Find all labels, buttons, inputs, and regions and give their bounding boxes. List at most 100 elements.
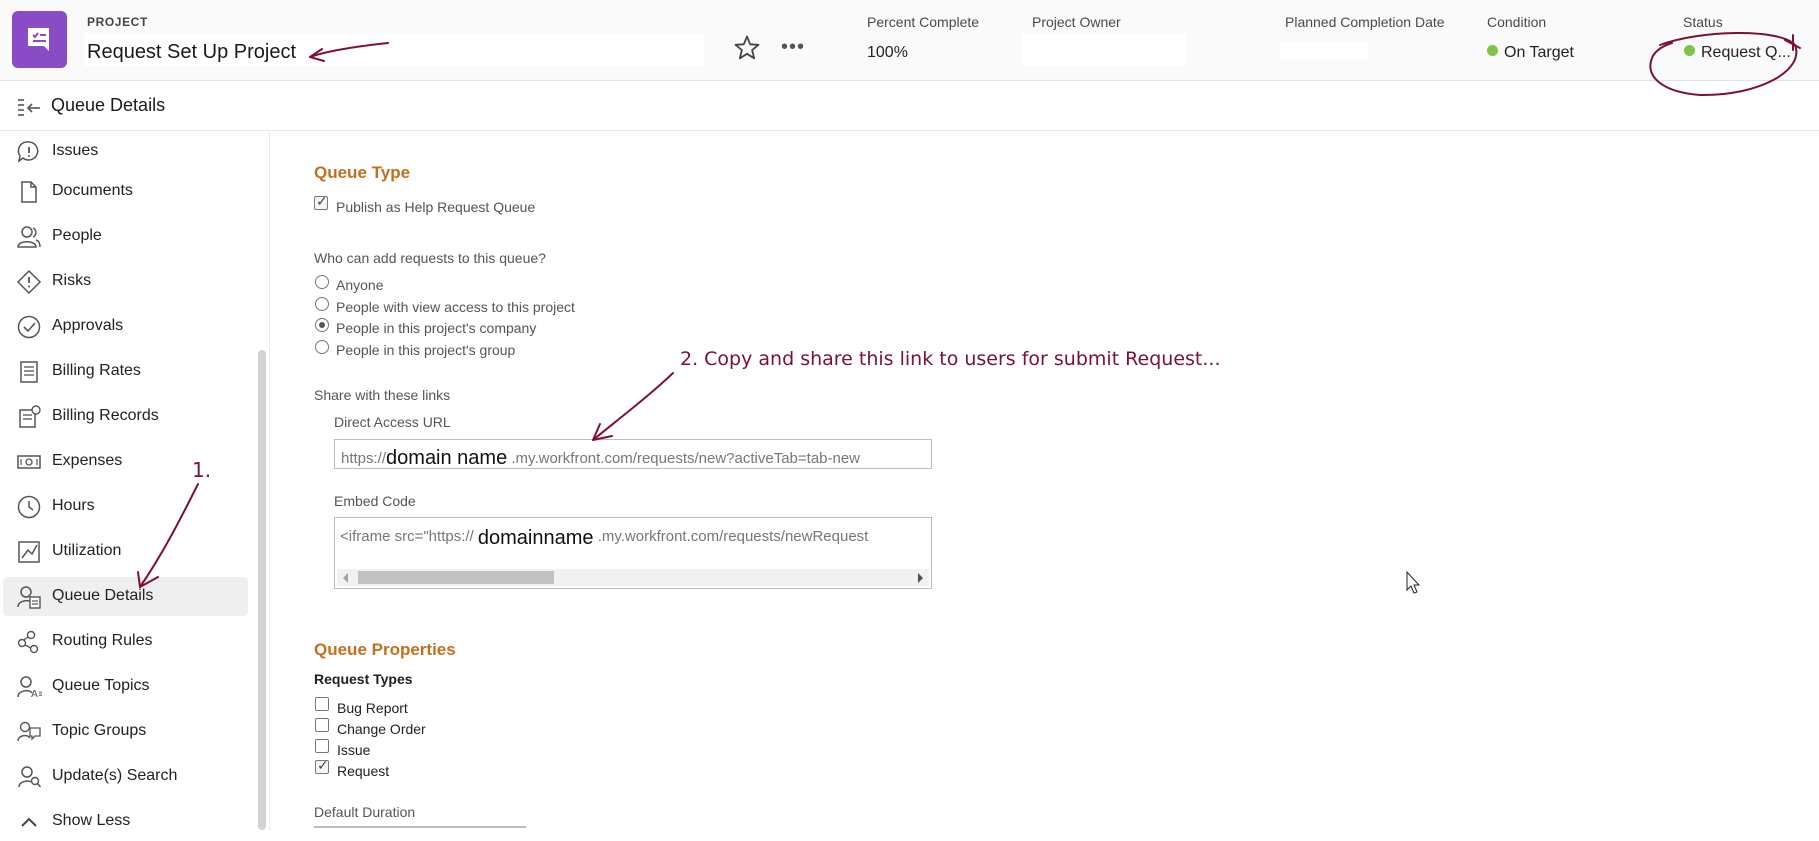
scroll-left-icon[interactable] [343, 573, 348, 583]
radio-group[interactable] [315, 340, 329, 354]
radio-company[interactable] [315, 318, 329, 332]
project-owner-label: Project Owner [1032, 14, 1121, 30]
sidebar-item-label: Topic Groups [52, 722, 147, 739]
sidebar-item-risks[interactable]: Risks [3, 262, 248, 301]
show-less-button[interactable]: Show Less [3, 802, 248, 841]
sidebar-item-queue-topics[interactable]: A≡ Queue Topics [3, 667, 248, 706]
sidebar-item-label: Hours [52, 497, 95, 514]
sidebar-item-expenses[interactable]: Expenses [3, 442, 248, 481]
page-title: Queue Details [51, 95, 166, 115]
more-options-icon[interactable]: ••• [781, 36, 805, 59]
sidebar-item-label: Documents [52, 182, 133, 199]
embed-code-field[interactable]: <iframe src="https:// domainname .my.wor… [334, 517, 932, 589]
document-icon [21, 181, 37, 203]
expenses-icon [17, 455, 41, 469]
publish-queue-label: Publish as Help Request Queue [336, 199, 536, 215]
billing-rates-icon [20, 361, 38, 383]
svg-text:A≡: A≡ [31, 689, 42, 700]
who-can-add-label: Who can add requests to this queue? [314, 250, 546, 266]
sidebar-item-label: Risks [52, 272, 92, 289]
embed-code-label: Embed Code [334, 493, 416, 509]
planned-completion-value[interactable] [1280, 42, 1368, 60]
status-text: Request Q... [1701, 44, 1791, 61]
project-type-label: PROJECT [87, 15, 148, 29]
collapse-panel-icon[interactable] [16, 98, 42, 118]
topic-groups-icon [17, 721, 41, 742]
status-value[interactable]: Request Q... [1684, 44, 1791, 62]
sidebar-item-topic-groups[interactable]: Topic Groups [3, 712, 248, 751]
risk-icon [16, 269, 42, 295]
percent-complete-value[interactable]: 100% [867, 44, 908, 62]
default-duration-field[interactable] [314, 826, 526, 828]
change-order-checkbox[interactable] [315, 718, 329, 732]
annotation-step1: 1. [192, 458, 212, 482]
sidebar-item-billing-rates[interactable]: Billing Rates [3, 352, 248, 391]
sidebar-item-label: Queue Details [52, 587, 154, 604]
project-header: PROJECT Request Set Up Project ••• Perce… [0, 0, 1819, 81]
sidebar-item-label: Approvals [52, 317, 124, 334]
embed-prefix: <iframe src="https:// [340, 528, 474, 545]
issues-icon [17, 141, 39, 163]
radio-group-label: People in this project's group [336, 342, 516, 358]
default-duration-label: Default Duration [314, 804, 416, 820]
sidebar-item-people[interactable]: People [3, 217, 248, 256]
sidebar-item-updates-search[interactable]: Update(s) Search [3, 757, 248, 796]
sidebar-item-label: Expenses [52, 452, 123, 469]
sidebar-item-routing-rules[interactable]: Routing Rules [3, 622, 248, 661]
condition-label: Condition [1487, 14, 1547, 30]
direct-url-label: Direct Access URL [334, 414, 451, 430]
chevron-up-icon [21, 817, 37, 827]
breadcrumb: Queue Details [0, 82, 1819, 131]
radio-anyone[interactable] [315, 275, 329, 289]
approvals-icon [17, 315, 41, 339]
sidebar-item-queue-details[interactable]: Queue Details [3, 577, 248, 616]
queue-properties-title: Queue Properties [314, 640, 456, 659]
sidebar-item-label: Utilization [52, 542, 122, 559]
bug-report-checkbox[interactable] [315, 697, 329, 711]
people-icon [17, 226, 41, 248]
sidebar-item-label: Queue Topics [52, 677, 150, 694]
issue-checkbox[interactable] [315, 739, 329, 753]
sidebar-blank [122, 132, 140, 160]
star-icon[interactable] [733, 34, 761, 62]
queue-details-icon [17, 586, 41, 609]
direct-url-field[interactable]: https://domain name .my.workfront.com/re… [334, 439, 932, 469]
scroll-right-icon[interactable] [918, 573, 923, 583]
url-domain: domain name [386, 447, 508, 469]
arrow-to-url [592, 372, 674, 441]
url-suffix: .my.workfront.com/requests/new?activeTab… [511, 450, 861, 467]
sidebar-item-approvals[interactable]: Approvals [3, 307, 248, 346]
sidebar-item-label: Billing Rates [52, 362, 141, 379]
sidebar-item-documents[interactable]: Documents [3, 172, 248, 211]
scroll-thumb[interactable] [358, 571, 554, 584]
sidebar-item-label: Issues [52, 142, 99, 159]
embed-code-text: <iframe src="https:// domainname .my.wor… [340, 524, 869, 549]
percent-complete-label: Percent Complete [867, 14, 980, 30]
sidebar-item-label: Show Less [52, 812, 131, 829]
embed-horizontal-scrollbar[interactable] [337, 569, 929, 586]
project-title[interactable]: Request Set Up Project [87, 41, 296, 64]
status-dot [1684, 45, 1695, 56]
annotation-step2: 2. Copy and share this link to users for… [680, 348, 1221, 370]
sidebar-item-hours[interactable]: Hours [3, 487, 248, 526]
chart-icon [18, 541, 40, 563]
change-order-label: Change Order [337, 721, 426, 737]
condition-dot [1487, 45, 1498, 56]
sidebar-item-label: Billing Records [52, 407, 159, 424]
project-owner-value[interactable] [1022, 34, 1186, 66]
radio-view-access-label: People with view access to this project [336, 299, 575, 315]
request-label: Request [337, 763, 390, 779]
condition-value[interactable]: On Target [1487, 44, 1574, 62]
sidebar-item-utilization[interactable]: Utilization [3, 532, 248, 571]
request-types-label: Request Types [314, 671, 413, 687]
search-icon [18, 766, 42, 788]
publish-queue-checkbox[interactable] [314, 193, 328, 210]
radio-view-access[interactable] [315, 297, 329, 311]
sidebar-scrollbar[interactable] [258, 350, 266, 830]
sidebar-item-billing-records[interactable]: Billing Records [3, 397, 248, 436]
condition-text: On Target [1504, 44, 1574, 61]
planned-completion-label: Planned Completion Date [1285, 14, 1445, 30]
request-checkbox[interactable] [315, 757, 329, 774]
routing-icon [17, 630, 39, 654]
embed-suffix: .my.workfront.com/requests/newRequest [597, 528, 869, 545]
